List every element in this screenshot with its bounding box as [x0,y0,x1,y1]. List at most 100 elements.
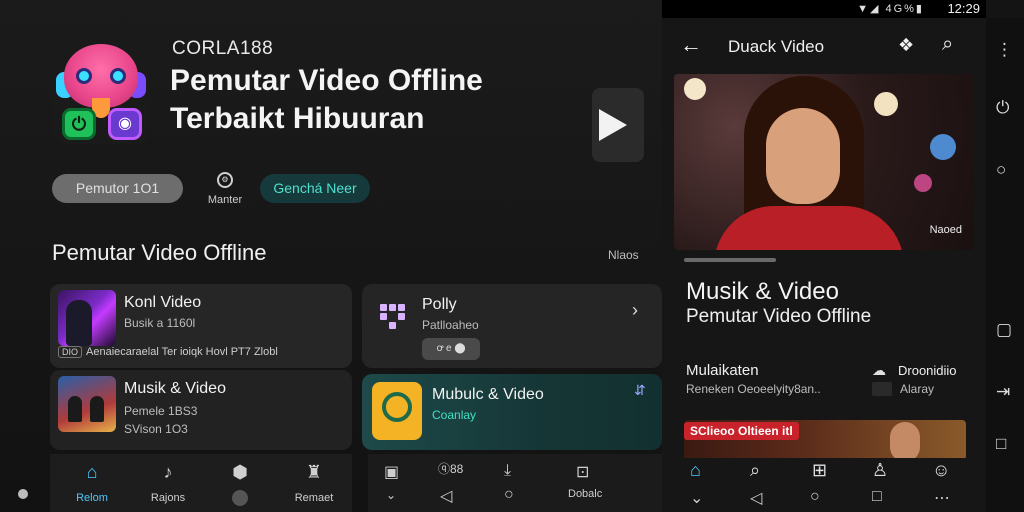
side-system-bar: ⋮ ⏻ ○ ▢ ⇥ □ [986,18,1024,512]
hero-title-line2: Terbaikt Hibuuran [170,102,425,135]
info-right-box [872,382,892,396]
user-icon[interactable]: ♙ [872,460,888,481]
chevron-down-icon[interactable]: ⌄ [690,488,703,508]
app-icon[interactable]: ⏻ ◉ [52,38,150,144]
back-arrow-icon[interactable]: ← [680,32,702,58]
secondary-navigation: ▣ ⓠ88 ⤓ ⊡ Dobalc ⌄ ◁ ○ [368,454,662,512]
search-icon[interactable]: ⌕ [750,460,760,481]
list-item[interactable]: Polly Patlloaheo ꝍ e ⬤ › [362,284,662,368]
app-thumbnail [372,382,422,440]
exit-icon[interactable]: ⇥ [996,382,1010,402]
item-title: Mubulc & Video [432,386,544,403]
item-subtitle: Pemele 1BS3 [124,404,198,418]
emoji-icon[interactable]: ☺ [932,460,950,481]
promo-person [890,422,920,460]
target-icon: ◉ [108,108,142,140]
nav-item-music[interactable]: ♪ Rajons [138,462,198,504]
home-circle-icon[interactable]: ○ [810,488,820,506]
grid-icon-cell [398,313,405,320]
item-title: Polly [422,296,457,313]
back-icon[interactable]: ◁ [440,486,452,506]
box-icon[interactable]: ▣ [384,462,399,482]
video-badge: Naoed [929,224,962,236]
genre-chip[interactable]: Genchá Neer [260,174,370,203]
item-tag: DIO [58,346,83,358]
more-vertical-icon[interactable]: ⋮ [996,40,1013,60]
item-subtitle: Patlloaheo [422,318,479,332]
download-icon[interactable]: ⤓ [504,462,511,480]
brand-name: CORLA188 [172,38,274,59]
app-icon-eye-left [76,68,92,84]
list-item[interactable]: Musik & Video Pemele 1BS3 SVison 1O3 [50,370,352,450]
play-square-icon[interactable]: ⊞ [812,460,827,481]
card-icon[interactable]: ⊡ [576,462,589,482]
bokeh-light [930,134,956,160]
item-ribbon-text: Aenaiecaraelal Ter ioiqk Hovl PT7 Zlobl [86,346,278,358]
play-button[interactable] [592,88,644,162]
progress-bar[interactable] [684,258,776,262]
recents-icon[interactable]: □ [996,434,1006,454]
grid-icon-cell [389,304,396,311]
manter-action[interactable]: ⚙ Manter [196,172,254,206]
thumbnail-figure [68,396,82,422]
nav-label: Relom [76,492,108,504]
section-title: Pemutar Video Offline [52,240,267,265]
info-left-subtitle: Reneken Oeoeelyity8an.. [686,382,821,396]
player-subtitle: Pemutar Video Offline [686,306,872,327]
more-dots-icon[interactable]: ⋯ [934,488,950,508]
back-icon[interactable]: ◁ [750,488,762,508]
promo-banner[interactable]: SCIieoo Oltieen itl [684,420,966,460]
item-controls[interactable]: ꝍ e ⬤ [422,338,480,360]
nav2-mid-label[interactable]: ⓠ88 [438,460,463,477]
power-icon[interactable]: ⏻ [996,98,1009,118]
video-preview[interactable]: Naoed [674,74,974,250]
category-chip[interactable]: Pemutor 1O1 [52,174,183,203]
home-icon[interactable]: ⌂ [690,460,701,481]
settings-icon: ⚙ [217,172,233,188]
manter-label: Manter [207,194,243,206]
sort-icon[interactable]: ⇵ [634,382,646,399]
section-more-link[interactable]: Nlaos [608,248,639,262]
thumbnail-person [66,300,92,346]
status-bar: ▼◢ 4G%▮ 12:29 [662,0,986,18]
screen-title: Duack Video [728,37,825,56]
recents-icon[interactable]: □ [872,488,882,506]
bottom-navigation: ⌂ Relom ♪ Rajons ⬢ ♜ Remaet [50,454,352,512]
nav-label: Rajons [150,492,186,504]
nav2-right-label: Dobalc [568,488,603,500]
app-bar: ← Duack Video ❖ ⌕ [662,18,986,74]
power-icon: ⏻ [62,108,96,140]
status-icons: ▼◢ 4G%▮ [857,3,924,15]
grid-icon [380,304,406,329]
home-icon: ⌂ [86,462,98,482]
grid-icon-cell [389,322,396,329]
player-title: Musik & Video [686,278,839,305]
list-item[interactable]: Mubulc & Video Coanlay ⇵ [362,374,662,450]
search-icon[interactable]: ⌕ [942,33,953,56]
phone-bottom-nav: ⌂ ⌕ ⊞ ♙ ☺ [662,458,986,484]
phone-system-nav: ⌄ ◁ ○ □ ⋯ [662,484,986,512]
nav-item-library[interactable]: ⬢ [210,462,270,506]
item-meta: SVison 1O3 [124,422,188,436]
grid-icon-cell [398,304,405,311]
info-right-heading: Droonidiio [898,363,957,378]
grid-icon-cell [380,304,387,311]
chevron-down-icon[interactable]: ⌄ [386,488,396,502]
nav-label: Remaet [294,492,334,504]
video-thumbnail [58,376,116,432]
home-circle-icon[interactable]: ○ [996,160,1006,180]
store-listing-panel: ⏻ ◉ CORLA188 Pemutar Video Offline Terba… [0,0,662,512]
item-subtitle: Busik a 1160l [124,316,196,330]
video-person-face [766,108,840,204]
list-item[interactable]: Konl Video Busik a 1160l DIO Aenaiecarael… [50,284,352,368]
nav-item-remote[interactable]: ♜ Remaet [284,462,344,504]
home-circle-icon[interactable]: ○ [504,486,514,504]
square-icon[interactable]: ▢ [996,320,1012,340]
item-subtitle: Coanlay [432,408,477,422]
hero-title-line1: Pemutar Video Offline [170,64,483,97]
chevron-right-icon[interactable]: › [632,300,638,321]
chat-icon[interactable]: ❖ [898,35,914,56]
promo-label: SCIieoo Oltieen itl [684,422,799,440]
indicator-dot [18,489,28,499]
nav-item-home[interactable]: ⌂ Relom [62,462,122,504]
